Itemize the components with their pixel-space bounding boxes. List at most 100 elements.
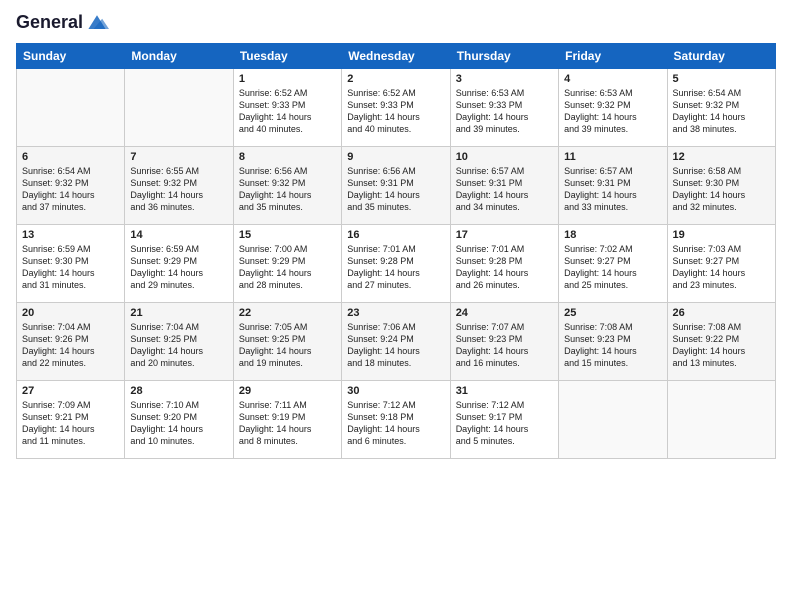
day-info: Sunrise: 7:02 AM Sunset: 9:27 PM Dayligh… xyxy=(564,243,661,292)
day-number: 11 xyxy=(564,151,661,163)
calendar-page: General SundayMondayTuesdayWednesdayThur… xyxy=(0,0,792,612)
day-number: 21 xyxy=(130,307,227,319)
calendar-cell: 29 Sunrise: 7:11 AM Sunset: 9:19 PM Dayli… xyxy=(233,381,341,459)
day-info: Sunrise: 6:58 AM Sunset: 9:30 PM Dayligh… xyxy=(673,165,770,214)
day-info: Sunrise: 7:04 AM Sunset: 9:26 PM Dayligh… xyxy=(22,321,119,370)
day-info: Sunrise: 6:56 AM Sunset: 9:32 PM Dayligh… xyxy=(239,165,336,214)
day-info: Sunrise: 7:01 AM Sunset: 9:28 PM Dayligh… xyxy=(456,243,553,292)
calendar-cell: 1 Sunrise: 6:52 AM Sunset: 9:33 PM Daylig… xyxy=(233,69,341,147)
day-number: 26 xyxy=(673,307,770,319)
calendar-cell xyxy=(559,381,667,459)
calendar-cell: 18 Sunrise: 7:02 AM Sunset: 9:27 PM Dayli… xyxy=(559,225,667,303)
day-number: 12 xyxy=(673,151,770,163)
logo: General xyxy=(16,12,109,33)
day-info: Sunrise: 6:59 AM Sunset: 9:30 PM Dayligh… xyxy=(22,243,119,292)
calendar-cell: 21 Sunrise: 7:04 AM Sunset: 9:25 PM Dayli… xyxy=(125,303,233,381)
day-info: Sunrise: 7:01 AM Sunset: 9:28 PM Dayligh… xyxy=(347,243,444,292)
day-info: Sunrise: 7:06 AM Sunset: 9:24 PM Dayligh… xyxy=(347,321,444,370)
day-number: 22 xyxy=(239,307,336,319)
day-number: 28 xyxy=(130,385,227,397)
calendar-cell: 16Sunrise: 7:01 AM Sunset: 9:28 PM Dayli… xyxy=(342,225,450,303)
day-info: Sunrise: 7:09 AM Sunset: 9:21 PM Dayligh… xyxy=(22,399,119,448)
calendar-cell: 2 Sunrise: 6:52 AM Sunset: 9:33 PM Daylig… xyxy=(342,69,450,147)
calendar-cell: 9 Sunrise: 6:56 AM Sunset: 9:31 PM Daylig… xyxy=(342,147,450,225)
day-info: Sunrise: 6:52 AM Sunset: 9:33 PM Dayligh… xyxy=(347,87,444,136)
day-number: 7 xyxy=(130,151,227,163)
day-info: Sunrise: 7:08 AM Sunset: 9:23 PM Dayligh… xyxy=(564,321,661,370)
calendar-cell: 6 Sunrise: 6:54 AM Sunset: 9:32 PM Daylig… xyxy=(17,147,125,225)
calendar-cell: 19 Sunrise: 7:03 AM Sunset: 9:27 PM Dayli… xyxy=(667,225,775,303)
calendar-cell xyxy=(17,69,125,147)
day-info: Sunrise: 6:52 AM Sunset: 9:33 PM Dayligh… xyxy=(239,87,336,136)
day-info: Sunrise: 7:03 AM Sunset: 9:27 PM Dayligh… xyxy=(673,243,770,292)
day-info: Sunrise: 7:11 AM Sunset: 9:19 PM Dayligh… xyxy=(239,399,336,448)
day-number: 24 xyxy=(456,307,553,319)
day-number: 25 xyxy=(564,307,661,319)
day-number: 10 xyxy=(456,151,553,163)
day-number: 13 xyxy=(22,229,119,241)
weekday-header-saturday: Saturday xyxy=(667,44,775,69)
calendar-cell: 10 Sunrise: 6:57 AM Sunset: 9:31 PM Dayli… xyxy=(450,147,558,225)
day-number: 30 xyxy=(347,385,444,397)
day-number: 2 xyxy=(347,73,444,85)
day-number: 1 xyxy=(239,73,336,85)
weekday-header-thursday: Thursday xyxy=(450,44,558,69)
week-row-4: 20 Sunrise: 7:04 AM Sunset: 9:26 PM Dayli… xyxy=(17,303,776,381)
day-info: Sunrise: 7:12 AM Sunset: 9:18 PM Dayligh… xyxy=(347,399,444,448)
day-number: 5 xyxy=(673,73,770,85)
logo-icon xyxy=(85,13,109,33)
weekday-header-row: SundayMondayTuesdayWednesdayThursdayFrid… xyxy=(17,44,776,69)
day-info: Sunrise: 7:12 AM Sunset: 9:17 PM Dayligh… xyxy=(456,399,553,448)
calendar-cell: 14Sunrise: 6:59 AM Sunset: 9:29 PM Dayli… xyxy=(125,225,233,303)
day-info: Sunrise: 6:56 AM Sunset: 9:31 PM Dayligh… xyxy=(347,165,444,214)
day-info: Sunrise: 6:54 AM Sunset: 9:32 PM Dayligh… xyxy=(22,165,119,214)
day-number: 17 xyxy=(456,229,553,241)
day-number: 23 xyxy=(347,307,444,319)
day-number: 14 xyxy=(130,229,227,241)
header: General xyxy=(16,12,776,33)
day-info: Sunrise: 6:57 AM Sunset: 9:31 PM Dayligh… xyxy=(456,165,553,214)
weekday-header-friday: Friday xyxy=(559,44,667,69)
calendar-cell: 24Sunrise: 7:07 AM Sunset: 9:23 PM Dayli… xyxy=(450,303,558,381)
day-info: Sunrise: 7:08 AM Sunset: 9:22 PM Dayligh… xyxy=(673,321,770,370)
day-info: Sunrise: 6:57 AM Sunset: 9:31 PM Dayligh… xyxy=(564,165,661,214)
calendar-cell: 13 Sunrise: 6:59 AM Sunset: 9:30 PM Dayli… xyxy=(17,225,125,303)
day-number: 4 xyxy=(564,73,661,85)
calendar-cell: 15 Sunrise: 7:00 AM Sunset: 9:29 PM Dayli… xyxy=(233,225,341,303)
calendar-cell: 17 Sunrise: 7:01 AM Sunset: 9:28 PM Dayli… xyxy=(450,225,558,303)
day-number: 27 xyxy=(22,385,119,397)
calendar-cell: 11 Sunrise: 6:57 AM Sunset: 9:31 PM Dayli… xyxy=(559,147,667,225)
calendar-cell: 30 Sunrise: 7:12 AM Sunset: 9:18 PM Dayli… xyxy=(342,381,450,459)
day-number: 3 xyxy=(456,73,553,85)
day-info: Sunrise: 6:53 AM Sunset: 9:32 PM Dayligh… xyxy=(564,87,661,136)
day-number: 31 xyxy=(456,385,553,397)
day-info: Sunrise: 7:04 AM Sunset: 9:25 PM Dayligh… xyxy=(130,321,227,370)
day-number: 6 xyxy=(22,151,119,163)
day-number: 29 xyxy=(239,385,336,397)
weekday-header-monday: Monday xyxy=(125,44,233,69)
day-number: 9 xyxy=(347,151,444,163)
week-row-5: 27 Sunrise: 7:09 AM Sunset: 9:21 PM Dayli… xyxy=(17,381,776,459)
day-info: Sunrise: 6:53 AM Sunset: 9:33 PM Dayligh… xyxy=(456,87,553,136)
calendar-cell: 4 Sunrise: 6:53 AM Sunset: 9:32 PM Daylig… xyxy=(559,69,667,147)
day-info: Sunrise: 6:54 AM Sunset: 9:32 PM Dayligh… xyxy=(673,87,770,136)
calendar-cell: 12 Sunrise: 6:58 AM Sunset: 9:30 PM Dayli… xyxy=(667,147,775,225)
calendar-cell: 31 Sunrise: 7:12 AM Sunset: 9:17 PM Dayli… xyxy=(450,381,558,459)
week-row-3: 13 Sunrise: 6:59 AM Sunset: 9:30 PM Dayli… xyxy=(17,225,776,303)
day-info: Sunrise: 7:00 AM Sunset: 9:29 PM Dayligh… xyxy=(239,243,336,292)
calendar-cell xyxy=(667,381,775,459)
weekday-header-wednesday: Wednesday xyxy=(342,44,450,69)
calendar-cell: 26 Sunrise: 7:08 AM Sunset: 9:22 PM Dayli… xyxy=(667,303,775,381)
day-number: 19 xyxy=(673,229,770,241)
day-number: 20 xyxy=(22,307,119,319)
calendar-table: SundayMondayTuesdayWednesdayThursdayFrid… xyxy=(16,43,776,459)
calendar-cell: 23 Sunrise: 7:06 AM Sunset: 9:24 PM Dayli… xyxy=(342,303,450,381)
calendar-cell: 28Sunrise: 7:10 AM Sunset: 9:20 PM Dayli… xyxy=(125,381,233,459)
calendar-cell: 8Sunrise: 6:56 AM Sunset: 9:32 PM Daylig… xyxy=(233,147,341,225)
weekday-header-tuesday: Tuesday xyxy=(233,44,341,69)
day-number: 18 xyxy=(564,229,661,241)
calendar-cell: 7Sunrise: 6:55 AM Sunset: 9:32 PM Daylig… xyxy=(125,147,233,225)
day-info: Sunrise: 7:05 AM Sunset: 9:25 PM Dayligh… xyxy=(239,321,336,370)
calendar-cell: 27 Sunrise: 7:09 AM Sunset: 9:21 PM Dayli… xyxy=(17,381,125,459)
day-number: 15 xyxy=(239,229,336,241)
